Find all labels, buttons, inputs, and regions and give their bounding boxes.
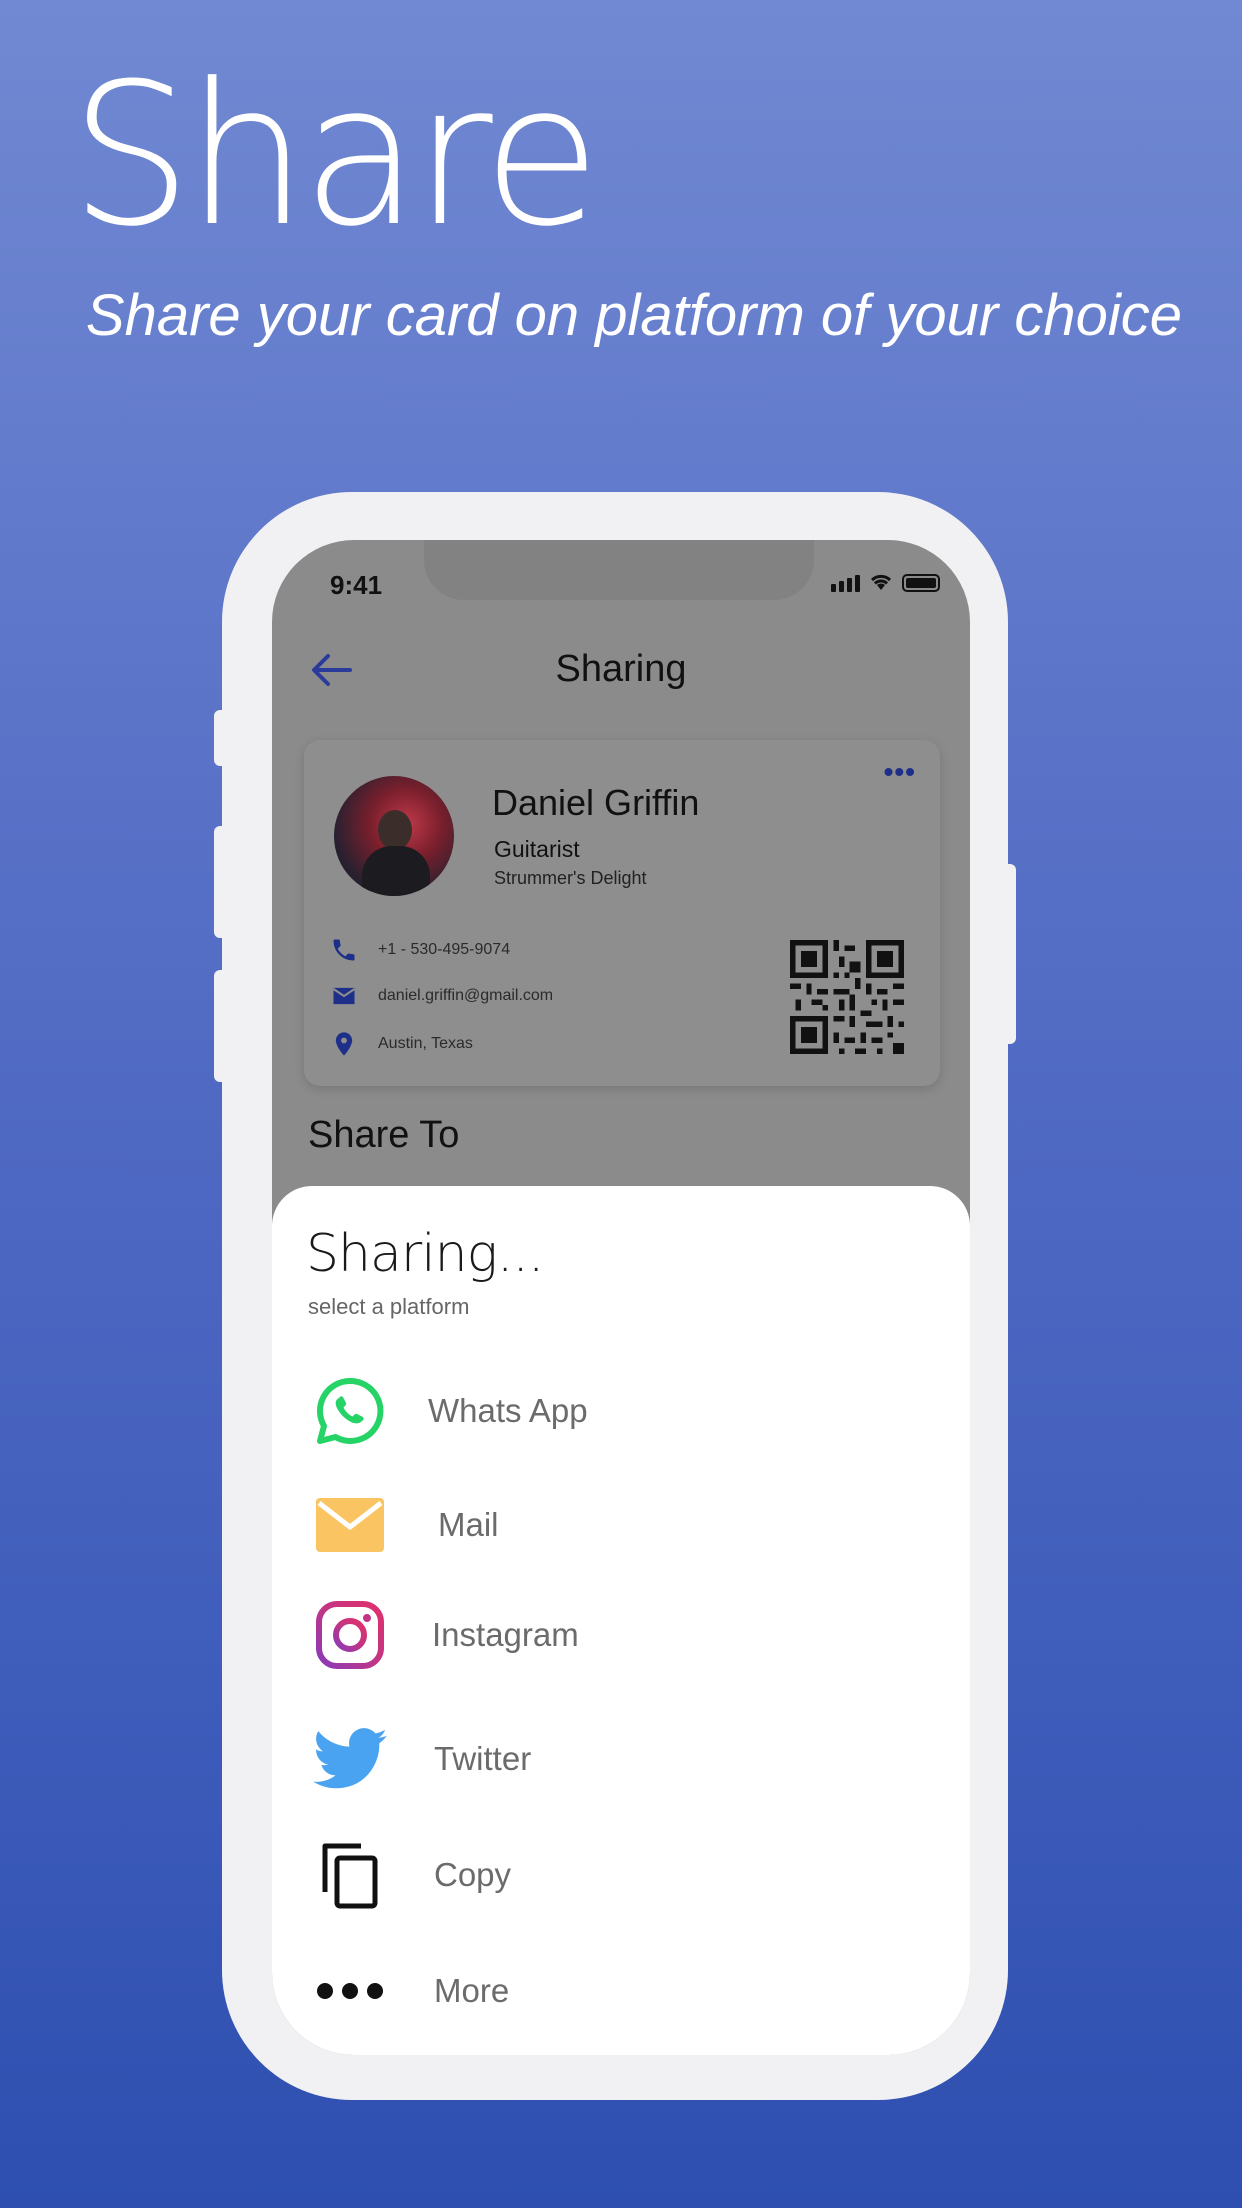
mail-icon	[312, 1487, 388, 1563]
share-sheet: Sharing... select a platform Whats App M…	[272, 1186, 970, 2055]
share-option-instagram[interactable]: Instagram	[312, 1590, 912, 1680]
card-company: Strummer's Delight	[494, 868, 647, 888]
wifi-icon	[870, 574, 892, 590]
share-option-copy[interactable]: Copy	[312, 1830, 912, 1920]
phone-screen: 9:41 Sharing ••• Daniel Griffin Guitaris…	[272, 540, 970, 2055]
contact-email-row: daniel.griffin@gmail.com	[330, 982, 553, 1010]
business-card[interactable]: ••• Daniel Griffin Guitarist Strummer's …	[304, 740, 940, 1086]
status-icons	[831, 572, 940, 592]
share-option-label: More	[434, 1972, 510, 2009]
twitter-icon	[312, 1721, 388, 1797]
notch	[424, 540, 814, 600]
avatar	[334, 776, 454, 896]
card-more-icon[interactable]: •••	[884, 756, 916, 788]
share-option-more[interactable]: More	[312, 1946, 912, 2036]
phone-volume-down-button	[214, 970, 228, 1082]
hero-title: Share	[70, 42, 601, 270]
copy-icon	[312, 1837, 388, 1913]
phone-volume-up-button	[214, 826, 228, 938]
share-option-label: Whats App	[428, 1392, 588, 1429]
whatsapp-icon	[312, 1373, 388, 1449]
qr-code-icon[interactable]	[790, 940, 904, 1054]
email-icon	[332, 987, 356, 1005]
location-pin-icon	[335, 1032, 353, 1056]
sheet-subtitle: select a platform	[308, 1294, 470, 1319]
signal-icon	[831, 575, 860, 592]
phone-power-button	[1002, 864, 1016, 1044]
share-option-mail[interactable]: Mail	[312, 1480, 912, 1570]
share-to-heading: Share To	[308, 1114, 460, 1156]
share-option-label: Instagram	[432, 1616, 579, 1653]
share-option-label: Mail	[438, 1506, 499, 1543]
more-icon	[312, 1953, 388, 2029]
share-option-whatsapp[interactable]: Whats App	[312, 1366, 912, 1456]
hero-subtitle: Share your card on platform of your choi…	[85, 283, 1182, 348]
battery-icon	[902, 574, 940, 592]
contact-phone: +1 - 530-495-9074	[378, 941, 511, 958]
phone-mute-button	[214, 710, 228, 766]
contact-location: Austin, Texas	[378, 1035, 473, 1052]
page-title: Sharing	[555, 648, 687, 690]
contact-email: daniel.griffin@gmail.com	[378, 987, 554, 1004]
status-time: 9:41	[330, 570, 383, 600]
contact-phone-row: +1 - 530-495-9074	[330, 936, 510, 964]
sheet-title: Sharing...	[306, 1224, 544, 1284]
phone-icon	[333, 939, 355, 961]
share-option-twitter[interactable]: Twitter	[312, 1714, 912, 1804]
instagram-icon	[312, 1597, 388, 1673]
card-role: Guitarist	[494, 836, 580, 862]
contact-location-row: Austin, Texas	[330, 1030, 473, 1058]
card-name: Daniel Griffin	[492, 782, 700, 823]
share-option-label: Twitter	[434, 1740, 532, 1777]
share-option-label: Copy	[434, 1856, 512, 1893]
